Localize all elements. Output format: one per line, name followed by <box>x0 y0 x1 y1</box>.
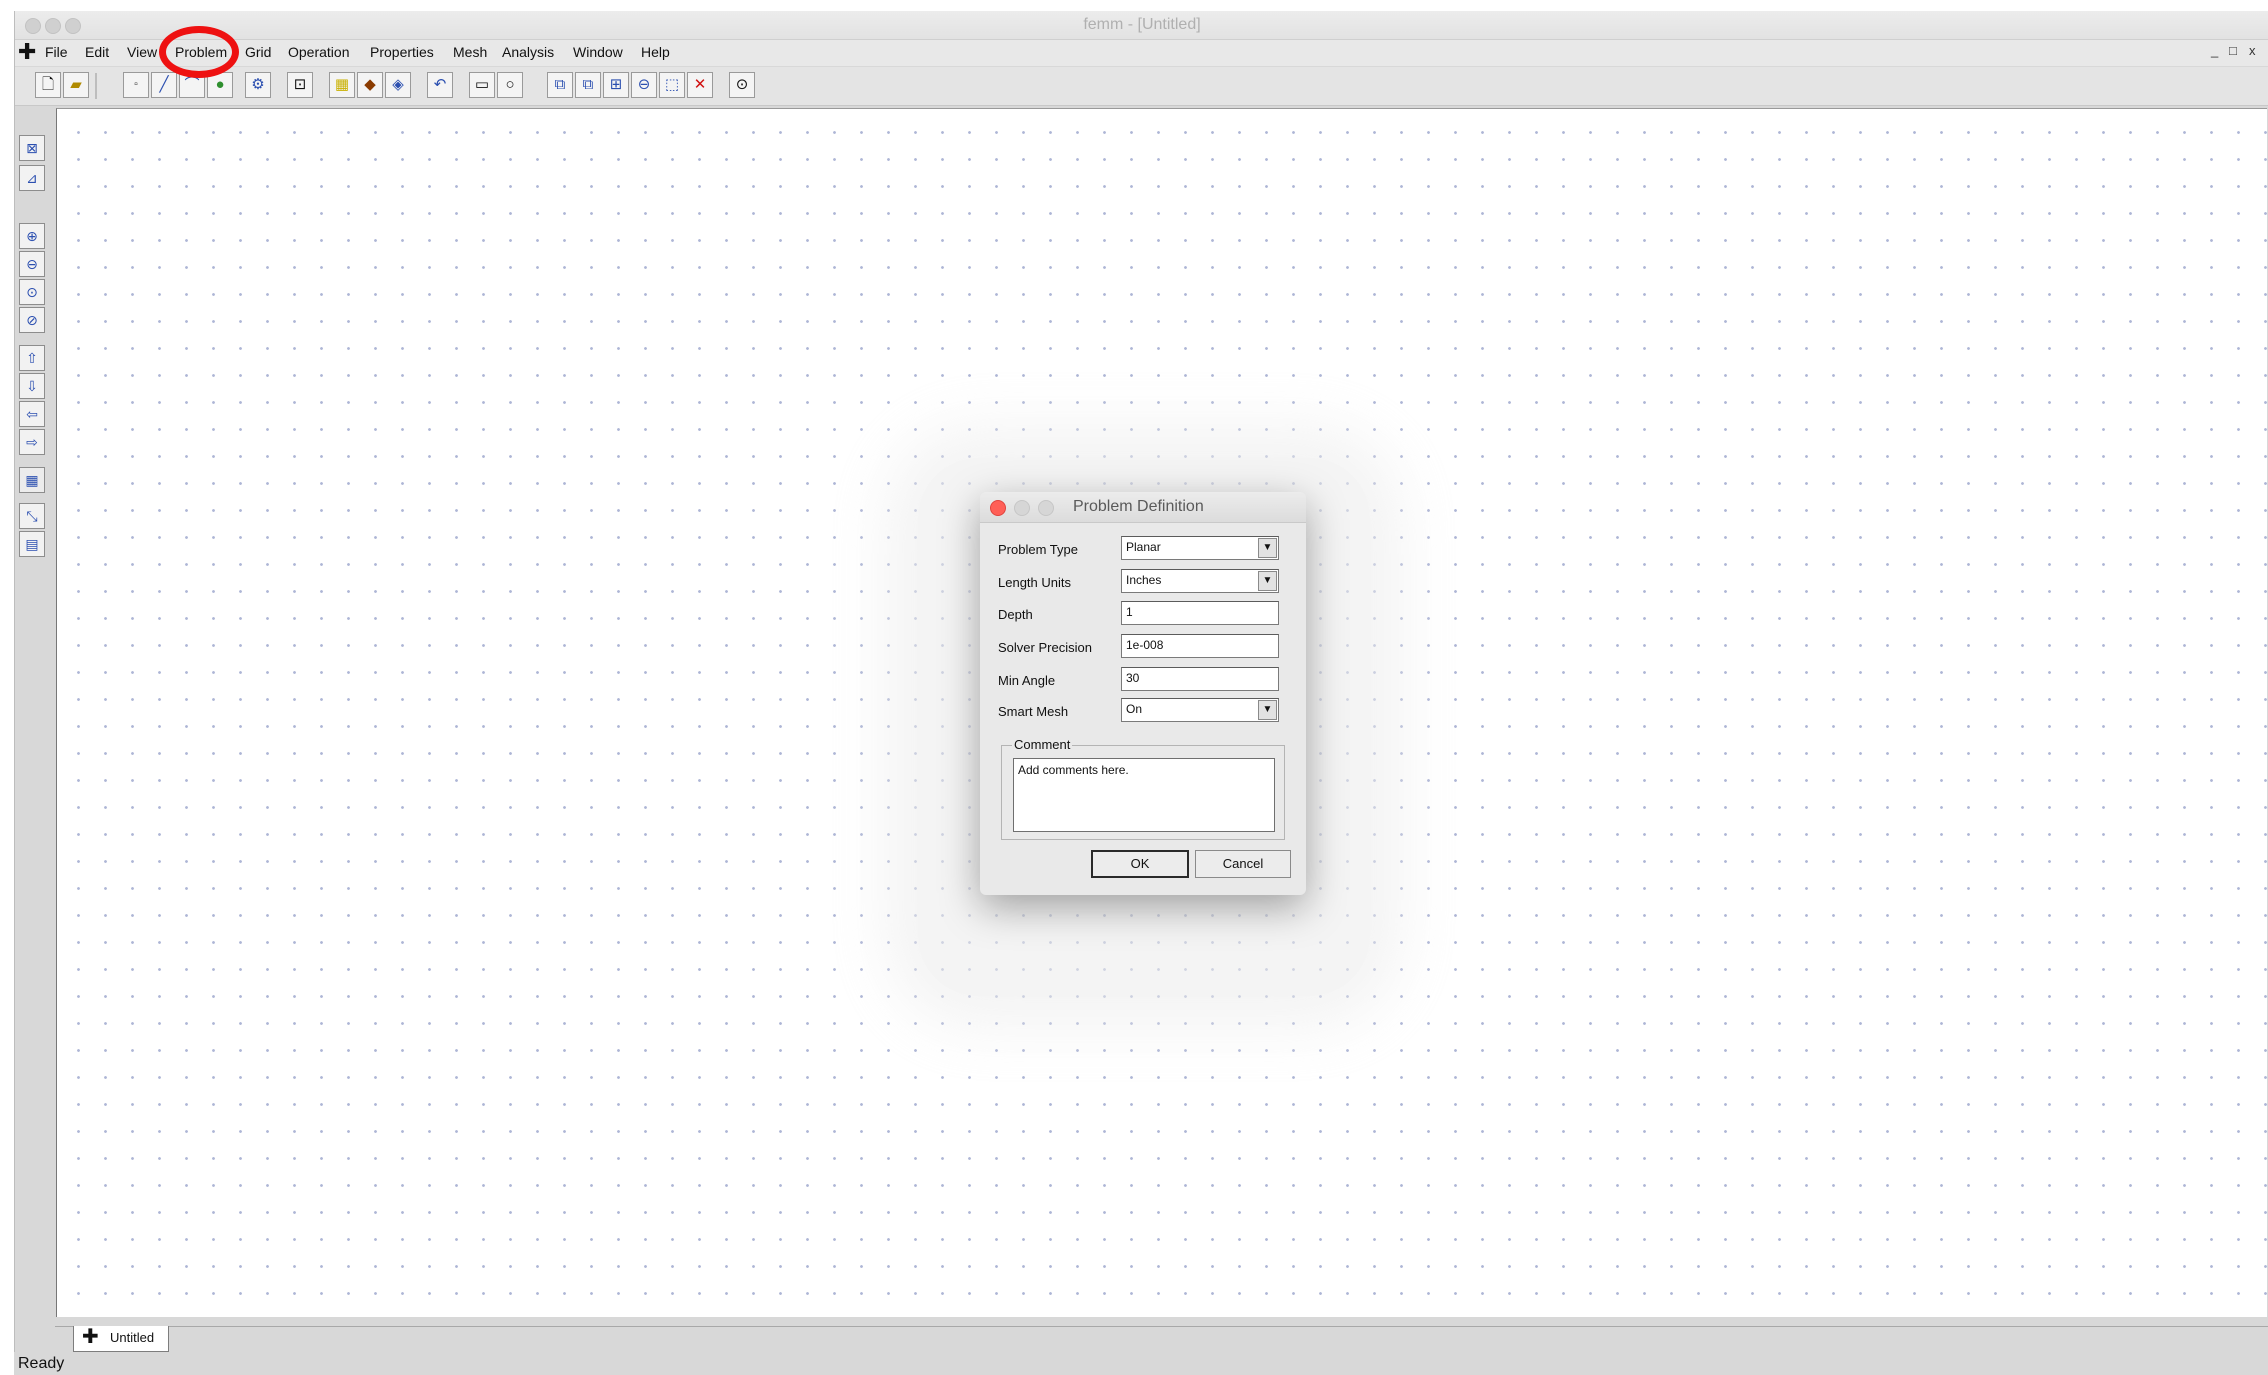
comment-group: Comment Add comments here. <box>1001 737 1285 840</box>
snap-grid-icon[interactable]: ⤡ <box>19 503 45 529</box>
min-angle-field[interactable]: 30 <box>1121 667 1279 691</box>
comment-legend: Comment <box>1012 737 1073 752</box>
view-results-icon[interactable]: ◈ <box>385 72 411 98</box>
menu-view[interactable]: View <box>127 44 157 60</box>
menu-bar: ✚ File Edit View Problem Grid Operation … <box>15 39 2268 66</box>
node-mode-icon[interactable]: ▫ <box>123 72 149 98</box>
show-grid-icon[interactable]: ▦ <box>19 467 45 493</box>
undo-icon[interactable]: ↶ <box>427 72 453 98</box>
solver-precision-value: 1e-008 <box>1126 638 1164 652</box>
menu-operation[interactable]: Operation <box>288 44 349 60</box>
mirror-icon[interactable]: ⧉ <box>575 72 601 98</box>
problem-type-value: Planar <box>1126 540 1161 554</box>
copy-icon[interactable]: ⧉ <box>547 72 573 98</box>
app-icon: ✚ <box>18 39 37 64</box>
menu-help[interactable]: Help <box>641 44 670 60</box>
menu-window[interactable]: Window <box>573 44 623 60</box>
document-icon: ✚ <box>82 1326 99 1348</box>
dialog-title: Problem Definition <box>1073 498 1204 515</box>
mdi-close-button[interactable]: x <box>2249 43 2256 58</box>
pan-up-icon[interactable]: ⇧ <box>19 345 45 371</box>
solver-precision-label: Solver Precision <box>998 640 1092 655</box>
zoom-in-icon[interactable]: ⊕ <box>19 223 45 249</box>
scale-icon[interactable]: ⊞ <box>603 72 629 98</box>
segment-mode-icon[interactable]: ╱ <box>151 72 177 98</box>
zoom-natural-icon[interactable]: ⊙ <box>19 279 45 305</box>
depth-field[interactable]: 1 <box>1121 601 1279 625</box>
toolbar-separator <box>95 73 97 99</box>
run-analysis-icon[interactable]: ◆ <box>357 72 383 98</box>
cancel-button[interactable]: Cancel <box>1195 850 1291 878</box>
window-titlebar: femm - [Untitled] <box>15 11 2268 40</box>
highlight-circle <box>159 26 239 78</box>
min-angle-value: 30 <box>1126 671 1140 685</box>
ok-button[interactable]: OK <box>1091 850 1189 878</box>
show-points-icon[interactable]: ⊿ <box>19 165 45 191</box>
window-title: femm - [Untitled] <box>1083 16 1201 33</box>
delete-icon[interactable]: ✕ <box>687 72 713 98</box>
min-angle-label: Min Angle <box>998 673 1056 688</box>
depth-label: Depth <box>998 607 1033 622</box>
group-mode-icon[interactable]: ⚙ <box>245 72 271 98</box>
dialog-titlebar: Problem Definition <box>980 492 1306 523</box>
select-window-icon[interactable]: ⊡ <box>287 72 313 98</box>
tab-untitled[interactable]: ✚ Untitled <box>73 1326 169 1352</box>
status-bar: Ready <box>14 1352 2268 1375</box>
problem-definition-dialog: Problem Definition Problem Type Planar ▼… <box>980 492 1306 895</box>
length-units-value: Inches <box>1126 573 1162 587</box>
menu-grid[interactable]: Grid <box>245 44 271 60</box>
dialog-minimize-button[interactable] <box>1014 500 1030 516</box>
view-toolbar: ⊠ ⊿ ⊕ ⊖ ⊙ ⊘ ⇧ ⇩ ⇦ ⇨ ▦ ⤡ ▤ <box>15 121 55 1333</box>
problem-type-label: Problem Type <box>998 542 1078 557</box>
menu-mesh[interactable]: Mesh <box>453 44 487 60</box>
chevron-down-icon[interactable]: ▼ <box>1258 538 1277 558</box>
main-toolbar: 🗋 ▰ ▫ ╱ ⌒ ● ⚙ ⊡ ▦ ◆ ◈ ↶ ▭ ○ ⧉ ⧉ ⊞ ⊖ ⬚ ✕ … <box>15 67 2268 106</box>
grid-settings-icon[interactable]: ▤ <box>19 531 45 557</box>
mdi-minimize-button[interactable]: _ <box>2211 43 2218 58</box>
move-icon[interactable]: ⬚ <box>659 72 685 98</box>
menu-edit[interactable]: Edit <box>85 44 109 60</box>
dialog-zoom-button[interactable] <box>1038 500 1054 516</box>
settings-icon[interactable]: ⊙ <box>729 72 755 98</box>
length-units-select[interactable]: Inches ▼ <box>1121 569 1279 593</box>
menu-file[interactable]: File <box>45 44 68 60</box>
show-names-icon[interactable]: ⊠ <box>19 135 45 161</box>
mdi-restore-button[interactable]: □ <box>2229 43 2237 58</box>
circle-icon[interactable]: ○ <box>497 72 523 98</box>
comment-textarea[interactable]: Add comments here. <box>1013 758 1275 832</box>
dialog-close-button[interactable] <box>990 500 1006 516</box>
menu-analysis[interactable]: Analysis <box>502 44 554 60</box>
problem-type-select[interactable]: Planar ▼ <box>1121 536 1279 560</box>
smart-mesh-select[interactable]: On ▼ <box>1121 698 1279 722</box>
solver-precision-field[interactable]: 1e-008 <box>1121 634 1279 658</box>
depth-value: 1 <box>1126 605 1133 619</box>
pan-down-icon[interactable]: ⇩ <box>19 373 45 399</box>
status-text: Ready <box>18 1355 65 1372</box>
pan-left-icon[interactable]: ⇦ <box>19 401 45 427</box>
tab-label: Untitled <box>110 1330 155 1345</box>
smart-mesh-label: Smart Mesh <box>998 704 1069 719</box>
length-units-label: Length Units <box>998 575 1071 590</box>
new-file-icon[interactable]: 🗋 <box>35 72 61 98</box>
zoom-out-icon[interactable]: ⊖ <box>19 251 45 277</box>
smart-mesh-value: On <box>1126 702 1143 716</box>
rectangle-icon[interactable]: ▭ <box>469 72 495 98</box>
zoom-window-icon[interactable]: ⊘ <box>19 307 45 333</box>
pan-right-icon[interactable]: ⇨ <box>19 429 45 455</box>
chevron-down-icon[interactable]: ▼ <box>1258 700 1277 720</box>
open-file-icon[interactable]: ▰ <box>63 72 89 98</box>
menu-properties[interactable]: Properties <box>370 44 434 60</box>
chevron-down-icon[interactable]: ▼ <box>1258 571 1277 591</box>
create-mesh-icon[interactable]: ▦ <box>329 72 355 98</box>
zoom-out-toolbar-icon[interactable]: ⊖ <box>631 72 657 98</box>
